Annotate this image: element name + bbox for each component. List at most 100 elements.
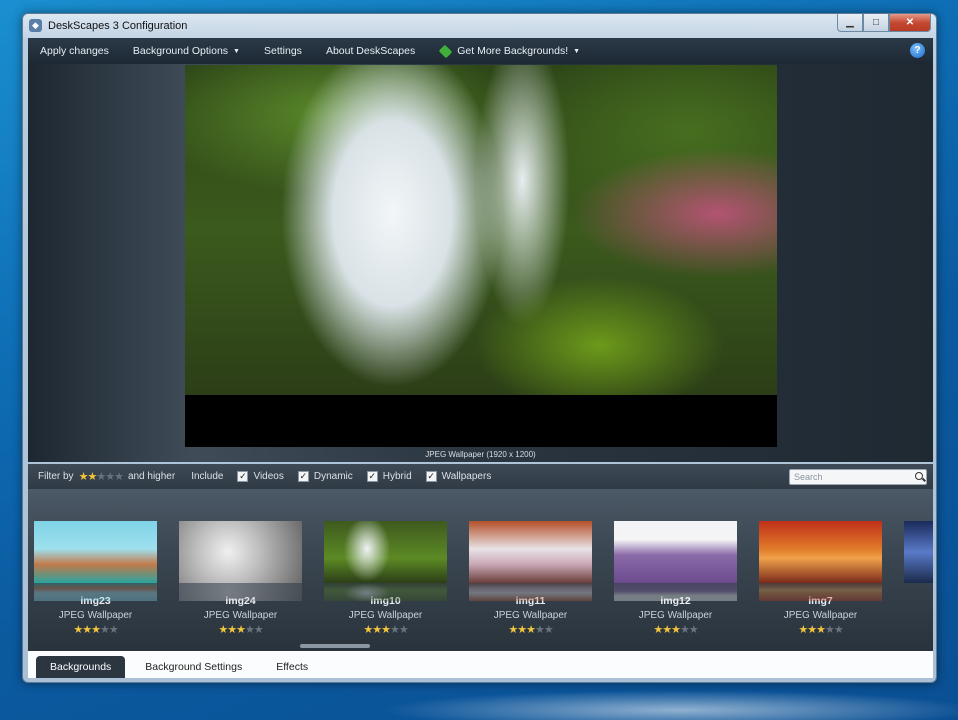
include-wallpapers-checkbox[interactable]: ✓ Wallpapers bbox=[425, 471, 492, 482]
rating-filter[interactable]: ★★★★★ bbox=[79, 470, 124, 483]
maximize-button[interactable]: □ bbox=[863, 14, 889, 32]
include-options: ✓ Videos ✓ Dynamic ✓ Hybrid ✓ Wallpapers bbox=[223, 471, 491, 482]
preview-area: JPEG Wallpaper (1920 x 1200) bbox=[28, 64, 933, 462]
star-icon: ★ bbox=[534, 624, 545, 636]
star-icon: ★ bbox=[508, 624, 518, 636]
settings-menu[interactable]: Settings bbox=[252, 45, 314, 57]
thumbnail-rating[interactable]: ★★★★★ bbox=[179, 623, 302, 636]
preview-image bbox=[185, 65, 777, 395]
tab-effects[interactable]: Effects bbox=[262, 656, 322, 678]
star-icon: ★ bbox=[87, 471, 97, 483]
star-icon: ★ bbox=[662, 624, 672, 636]
search-icon[interactable] bbox=[915, 472, 923, 480]
star-icon: ★ bbox=[99, 624, 110, 636]
thumbnail-rating[interactable]: ★★★★★ bbox=[34, 623, 157, 636]
tab-bar: Backgrounds Background Settings Effects bbox=[28, 651, 933, 678]
filter-by-label: Filter by bbox=[38, 471, 74, 482]
star-icon: ★ bbox=[671, 624, 681, 636]
thumbnail-reflection bbox=[759, 583, 882, 601]
app-icon: ◆ bbox=[29, 19, 42, 32]
include-label: Include bbox=[191, 471, 224, 482]
star-icon: ★ bbox=[833, 624, 844, 636]
star-icon: ★ bbox=[381, 624, 391, 636]
tab-backgrounds[interactable]: Backgrounds bbox=[36, 656, 126, 678]
checkbox-icon[interactable]: ✓ bbox=[237, 471, 249, 482]
thumbnail-image[interactable] bbox=[904, 521, 933, 583]
and-higher-label: and higher bbox=[127, 471, 176, 482]
window-title: DeskScapes 3 Configuration bbox=[48, 20, 188, 32]
star-icon: ★ bbox=[389, 624, 400, 636]
about-menu[interactable]: About DeskScapes bbox=[314, 45, 427, 57]
gallery-item[interactable]: img11 JPEG Wallpaper ★★★★★ bbox=[469, 521, 592, 636]
star-icon: ★ bbox=[798, 624, 808, 636]
star-icon: ★ bbox=[96, 471, 106, 483]
star-icon: ★ bbox=[807, 624, 817, 636]
star-icon: ★ bbox=[526, 624, 536, 636]
thumbnail-rating[interactable]: ★★★★★ bbox=[759, 623, 882, 636]
star-icon: ★ bbox=[91, 624, 101, 636]
include-hybrid-checkbox[interactable]: ✓ Hybrid bbox=[366, 471, 412, 482]
gallery-item[interactable]: img7 JPEG Wallpaper ★★★★★ bbox=[759, 521, 882, 636]
background-options-label: Background Options bbox=[132, 45, 229, 57]
checkbox-icon[interactable]: ✓ bbox=[425, 471, 437, 482]
thumbnail-image[interactable] bbox=[324, 521, 447, 583]
star-icon: ★ bbox=[236, 624, 246, 636]
gallery-item[interactable]: img10 JPEG Wallpaper ★★★★★ bbox=[324, 521, 447, 636]
thumbnail-rating[interactable]: ★★★★★ bbox=[324, 623, 447, 636]
title-bar: ◆ DeskScapes 3 Configuration ▁ □ ✕ bbox=[23, 14, 936, 38]
thumbnail-type: JPEG Wallpaper bbox=[348, 610, 423, 621]
apply-changes-button[interactable]: Apply changes bbox=[28, 45, 121, 57]
window-controls: ▁ □ ✕ bbox=[837, 14, 931, 32]
get-more-label: Get More Backgrounds! bbox=[457, 45, 569, 57]
close-button[interactable]: ✕ bbox=[889, 14, 931, 32]
thumbnail-reflection bbox=[469, 583, 592, 601]
star-icon: ★ bbox=[73, 624, 83, 636]
checkbox-icon[interactable]: ✓ bbox=[297, 471, 309, 482]
gallery-item[interactable]: img12 JPEG Wallpaper ★★★★★ bbox=[614, 521, 737, 636]
checkbox-label: Wallpapers bbox=[441, 471, 492, 482]
star-icon: ★ bbox=[363, 624, 373, 636]
star-icon: ★ bbox=[653, 624, 663, 636]
background-gallery: img23 JPEG Wallpaper ★★★★★ img24 JPEG Wallpa… bbox=[28, 489, 933, 651]
thumbnail-rating[interactable]: ★★★★★ bbox=[614, 623, 737, 636]
star-icon: ★ bbox=[816, 624, 826, 636]
star-icon: ★ bbox=[114, 471, 124, 483]
minimize-button[interactable]: ▁ bbox=[837, 14, 863, 32]
gallery-scrollbar[interactable] bbox=[300, 644, 370, 648]
help-icon[interactable]: ? bbox=[910, 43, 925, 58]
star-icon: ★ bbox=[218, 624, 228, 636]
thumbnail-rating[interactable]: ★★★★★ bbox=[469, 623, 592, 636]
gem-icon bbox=[438, 44, 453, 58]
preview-caption: JPEG Wallpaper (1920 x 1200) bbox=[425, 450, 536, 459]
star-icon: ★ bbox=[105, 471, 115, 483]
star-icon: ★ bbox=[517, 624, 527, 636]
thumbnail-reflection bbox=[324, 583, 447, 601]
star-icon: ★ bbox=[688, 624, 699, 636]
include-dynamic-checkbox[interactable]: ✓ Dynamic bbox=[297, 471, 353, 482]
search-placeholder: Search bbox=[794, 472, 823, 482]
gallery-item[interactable]: img23 JPEG Wallpaper ★★★★★ bbox=[34, 521, 157, 636]
thumbnail-image[interactable] bbox=[179, 521, 302, 583]
checkbox-label: Videos bbox=[253, 471, 284, 482]
star-icon: ★ bbox=[82, 624, 92, 636]
thumbnail-image[interactable] bbox=[614, 521, 737, 583]
thumbnail-image[interactable] bbox=[759, 521, 882, 583]
star-icon: ★ bbox=[227, 624, 237, 636]
gallery-item-partial[interactable] bbox=[904, 521, 933, 583]
chevron-down-icon: ▼ bbox=[233, 47, 240, 55]
background-options-menu[interactable]: Background Options ▼ bbox=[121, 45, 252, 57]
thumbnail-image[interactable] bbox=[34, 521, 157, 583]
star-icon: ★ bbox=[372, 624, 382, 636]
gallery-item[interactable]: img24 JPEG Wallpaper ★★★★★ bbox=[179, 521, 302, 636]
star-icon: ★ bbox=[398, 624, 409, 636]
get-more-backgrounds-menu[interactable]: Get More Backgrounds! ▼ bbox=[427, 44, 592, 58]
menu-bar: Apply changes Background Options ▼ Setti… bbox=[28, 38, 933, 64]
thumbnail-image[interactable] bbox=[469, 521, 592, 583]
search-input[interactable]: Search bbox=[789, 469, 927, 485]
checkbox-icon[interactable]: ✓ bbox=[366, 471, 378, 482]
thumbnail-reflection bbox=[614, 583, 737, 601]
tab-background-settings[interactable]: Background Settings bbox=[131, 656, 256, 678]
thumbnail-type: JPEG Wallpaper bbox=[783, 610, 858, 621]
star-icon: ★ bbox=[543, 624, 554, 636]
include-videos-checkbox[interactable]: ✓ Videos bbox=[237, 471, 284, 482]
